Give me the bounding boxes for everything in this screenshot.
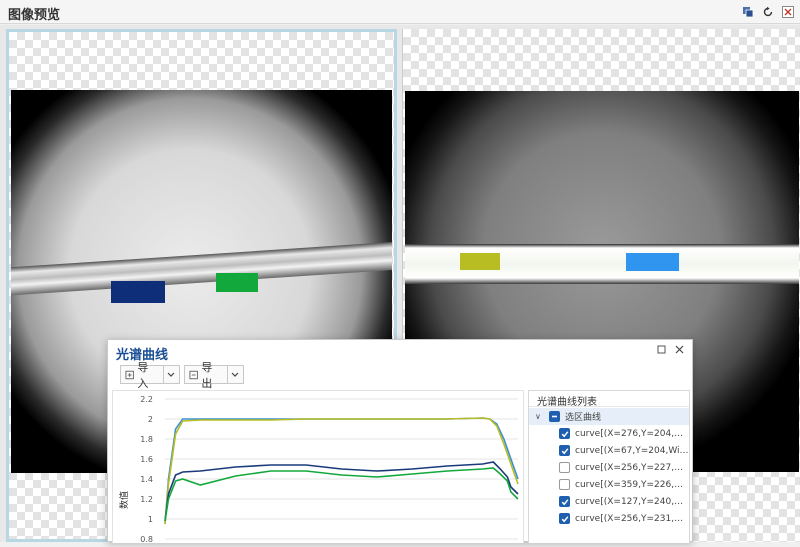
export-label: 导出 xyxy=(201,360,213,390)
close-icon[interactable] xyxy=(781,5,794,18)
dialog-close-icon[interactable] xyxy=(672,344,686,357)
group-checkbox[interactable] xyxy=(549,411,560,422)
chevron-down-icon[interactable]: ∨ xyxy=(535,412,545,421)
curve-checkbox[interactable] xyxy=(559,479,570,490)
restore-icon[interactable] xyxy=(654,344,668,357)
curve-checkbox[interactable] xyxy=(559,496,570,507)
curve-checkbox[interactable] xyxy=(559,428,570,439)
curve-list-item[interactable]: curve[(X=359,Y=226,Width=... xyxy=(529,476,689,493)
y-tick-label: 2.2 xyxy=(140,395,153,404)
curve-list-panel: 光谱曲线列表 ∨ 选区曲线 curve[(X=276,Y=204,Width=.… xyxy=(528,390,690,543)
curve-checkbox[interactable] xyxy=(559,462,570,473)
window-controls xyxy=(741,5,794,18)
curve-label: curve[(X=276,Y=204,Width=... xyxy=(575,428,689,439)
curve-list-item[interactable]: curve[(X=67,Y=204,Width=5... xyxy=(529,442,689,459)
chevron-down-icon xyxy=(168,372,175,377)
chevron-down-icon xyxy=(232,372,239,377)
curve-checkbox[interactable] xyxy=(559,513,570,524)
wire-left xyxy=(11,240,392,296)
curve-list-header: 光谱曲线列表 xyxy=(529,391,689,408)
y-tick-label: 0.8 xyxy=(140,535,153,544)
copy-icon[interactable] xyxy=(741,5,754,18)
series-line-4 xyxy=(164,467,519,522)
series-line-1 xyxy=(164,417,519,525)
curve-list-item[interactable]: curve[(X=276,Y=204,Width=... xyxy=(529,425,689,442)
export-icon xyxy=(189,370,198,379)
y-tick-label: 1.8 xyxy=(140,435,153,444)
roi-yellow[interactable] xyxy=(460,253,500,270)
import-label: 导入 xyxy=(137,360,149,390)
export-dropdown[interactable] xyxy=(226,366,243,383)
spectrum-chart-svg: 2.2 2 1.8 1.6 1.4 1.2 1 0.8 数值 xyxy=(118,395,519,544)
spectrum-dialog: 光谱曲线 导入 导出 2.2 2 1.8 1.6 1.4 1.2 1 0.8 数值 光谱曲线列表… xyxy=(107,339,693,544)
curve-label: curve[(X=359,Y=226,Width=... xyxy=(575,479,689,490)
import-dropdown[interactable] xyxy=(162,366,179,383)
curve-label: curve[(X=256,Y=231,Width=... xyxy=(575,513,689,524)
curve-list-item[interactable]: curve[(X=256,Y=227,Width=... xyxy=(529,459,689,476)
y-axis-label: 数值 xyxy=(118,491,130,509)
roi-blue[interactable] xyxy=(111,281,165,303)
y-tick-label: 1.4 xyxy=(140,475,153,484)
spectrum-chart[interactable]: 2.2 2 1.8 1.6 1.4 1.2 1 0.8 数值 xyxy=(112,390,524,544)
y-tick-label: 1.2 xyxy=(140,495,153,504)
y-tick-label: 1.6 xyxy=(140,455,153,464)
roi-lightblue[interactable] xyxy=(626,253,679,271)
series-line-2 xyxy=(164,417,519,525)
curve-label: curve[(X=67,Y=204,Width=5... xyxy=(575,445,689,456)
curve-checkbox[interactable] xyxy=(559,445,570,456)
curve-group-label: 选区曲线 xyxy=(565,413,602,423)
import-icon xyxy=(125,370,134,379)
y-tick-label: 2 xyxy=(148,415,153,424)
series-line-3 xyxy=(164,461,519,522)
window-title: 图像预览 xyxy=(8,8,61,23)
curve-list-item[interactable]: curve[(X=256,Y=231,Width=... xyxy=(529,510,689,527)
curve-label: curve[(X=127,Y=240,Width=... xyxy=(575,496,689,507)
y-tick-label: 1 xyxy=(148,515,153,524)
refresh-icon[interactable] xyxy=(761,5,774,18)
roi-green[interactable] xyxy=(216,273,258,292)
curve-group-row[interactable]: ∨ 选区曲线 xyxy=(529,408,689,425)
window-titlebar: 图像预览 xyxy=(0,0,800,24)
import-button[interactable]: 导入 xyxy=(120,361,180,390)
curve-label: curve[(X=256,Y=227,Width=... xyxy=(575,462,689,473)
curve-list-item[interactable]: curve[(X=127,Y=240,Width=... xyxy=(529,493,689,510)
export-button[interactable]: 导出 xyxy=(184,361,244,390)
